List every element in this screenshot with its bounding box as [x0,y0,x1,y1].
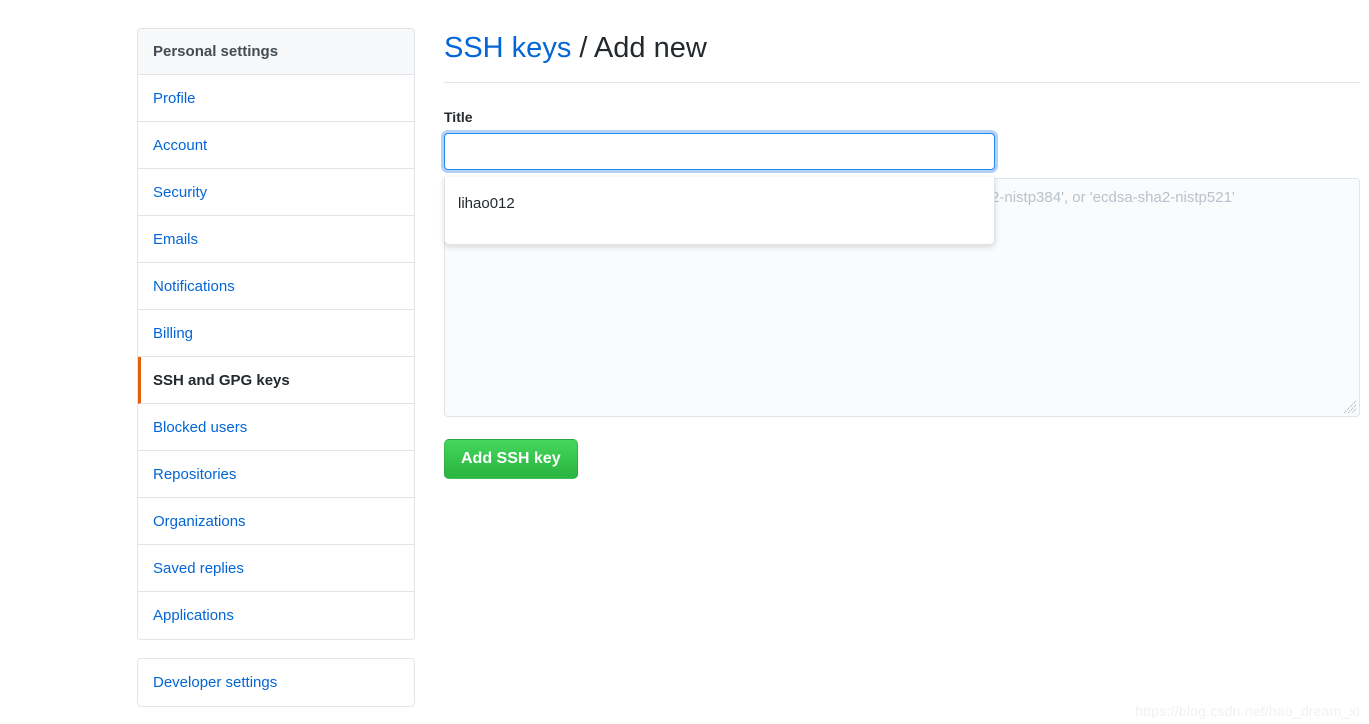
sidebar-item-label: Account [153,137,208,154]
title-autocomplete-dropdown: lihao012 [444,177,995,245]
sidebar-item-billing[interactable]: Billing [138,310,414,357]
title-input[interactable] [444,133,995,170]
autocomplete-option[interactable]: lihao012 [445,189,994,219]
sidebar-item-label: Blocked users [153,419,248,436]
sidebar-item-label: Applications [153,607,234,624]
sidebar-item-label: Repositories [153,466,237,483]
sidebar-item-organizations[interactable]: Organizations [138,498,414,545]
sidebar-item-emails[interactable]: Emails [138,216,414,263]
sidebar-header: Personal settings [138,29,414,75]
title-field-label: Title [444,109,473,125]
page-title-ssh-keys-link[interactable]: SSH keys [444,32,571,64]
sidebar-item-account[interactable]: Account [138,122,414,169]
sidebar-item-saved-replies[interactable]: Saved replies [138,545,414,592]
sidebar-item-label: Emails [153,231,199,248]
page-title: SSH keys / Add new [444,28,1360,83]
settings-page: Personal settings Profile Account Securi… [0,0,1369,724]
sidebar-item-label: Saved replies [153,560,244,577]
main-content: SSH keys / Add new Title lihao012 Begins… [444,28,1360,479]
sidebar-nav-secondary: Developer settings [137,658,415,707]
sidebar-item-profile[interactable]: Profile [138,75,414,122]
add-ssh-key-button[interactable]: Add SSH key [444,439,578,479]
watermark: https://blog.csdn.net/hao_dream_xi [1135,703,1360,719]
sidebar-item-label: Notifications [153,278,235,295]
personal-settings-sidebar: Personal settings Profile Account Securi… [137,28,415,707]
sidebar-item-label: SSH and GPG keys [153,372,290,389]
page-title-separator: / [579,32,588,64]
sidebar-item-notifications[interactable]: Notifications [138,263,414,310]
sidebar-item-security[interactable]: Security [138,169,414,216]
sidebar-item-label: Security [153,184,208,201]
sidebar-item-repositories[interactable]: Repositories [138,451,414,498]
sidebar-item-label: Developer settings [153,674,278,691]
sidebar-nav-primary: Personal settings Profile Account Securi… [137,28,415,640]
sidebar-item-developer-settings[interactable]: Developer settings [138,659,414,706]
sidebar-item-label: Organizations [153,513,246,530]
page-title-current: Add new [593,32,707,64]
sidebar-item-blocked-users[interactable]: Blocked users [138,404,414,451]
sidebar-item-label: Billing [153,325,194,342]
title-field-wrapper: lihao012 [444,133,995,245]
sidebar-item-ssh-and-gpg-keys[interactable]: SSH and GPG keys [138,357,414,404]
sidebar-item-applications[interactable]: Applications [138,592,414,639]
sidebar-item-label: Profile [153,90,196,107]
